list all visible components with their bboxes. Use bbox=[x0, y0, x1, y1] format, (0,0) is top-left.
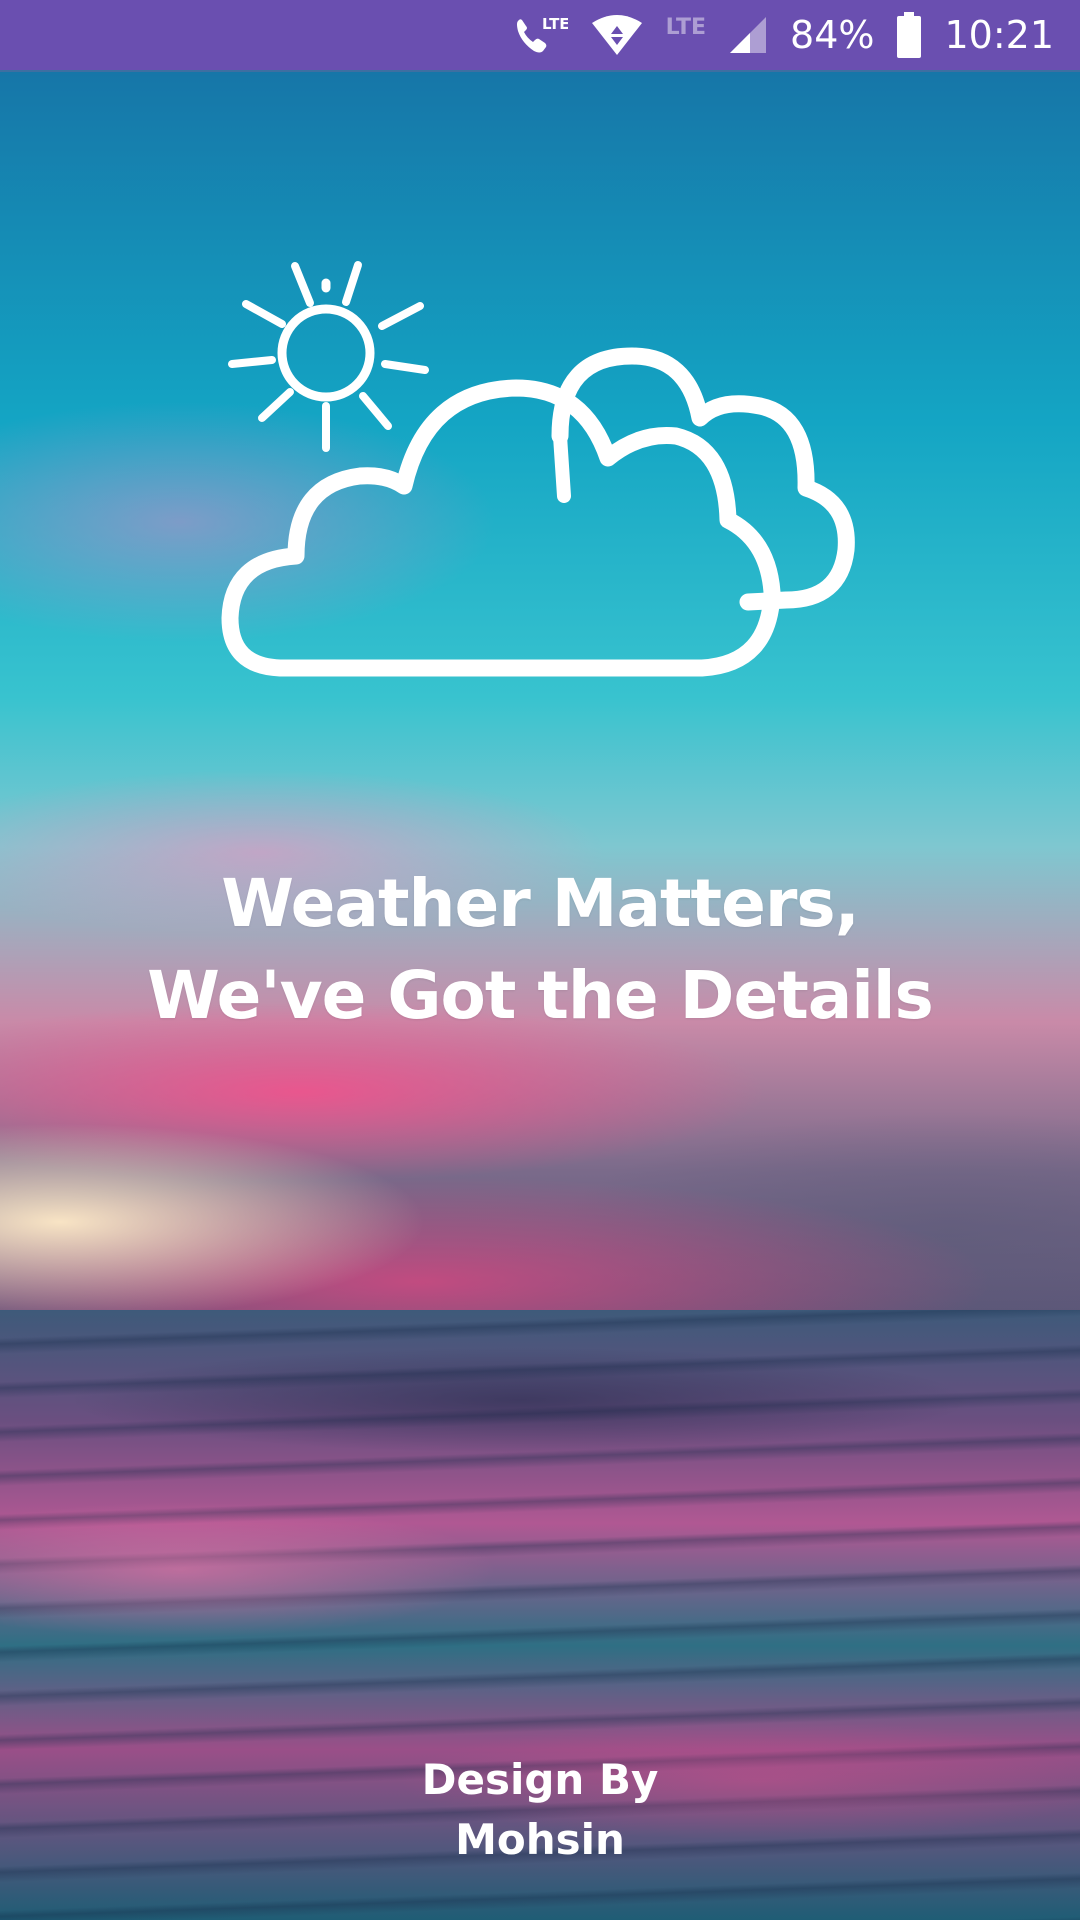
lte-indicator: LTE bbox=[666, 15, 706, 40]
status-bar: LTE LTE 84% 10:21 bbox=[0, 0, 1080, 72]
battery-percent: 84% bbox=[790, 13, 875, 57]
battery-icon bbox=[896, 12, 922, 58]
headline-line-2: We've Got the Details bbox=[147, 957, 934, 1034]
partly-cloudy-icon bbox=[220, 258, 860, 688]
headline-line-1: Weather Matters, bbox=[221, 865, 860, 942]
credit-line-1: Design By bbox=[421, 1755, 659, 1804]
credit-line-2: Mohsin bbox=[455, 1815, 625, 1864]
design-credit: Design By Mohsin bbox=[0, 1750, 1080, 1870]
headline: Weather Matters, We've Got the Details bbox=[0, 858, 1080, 1042]
splash-screen: LTE LTE 84% 10:21 Weather Matters, We've… bbox=[0, 0, 1080, 1920]
signal-icon bbox=[728, 15, 768, 55]
lte-label: LTE bbox=[665, 14, 707, 40]
wifi-icon bbox=[590, 13, 644, 57]
svg-text:LTE: LTE bbox=[542, 15, 568, 33]
call-lte-icon: LTE bbox=[512, 13, 568, 57]
clock: 10:21 bbox=[944, 13, 1054, 57]
